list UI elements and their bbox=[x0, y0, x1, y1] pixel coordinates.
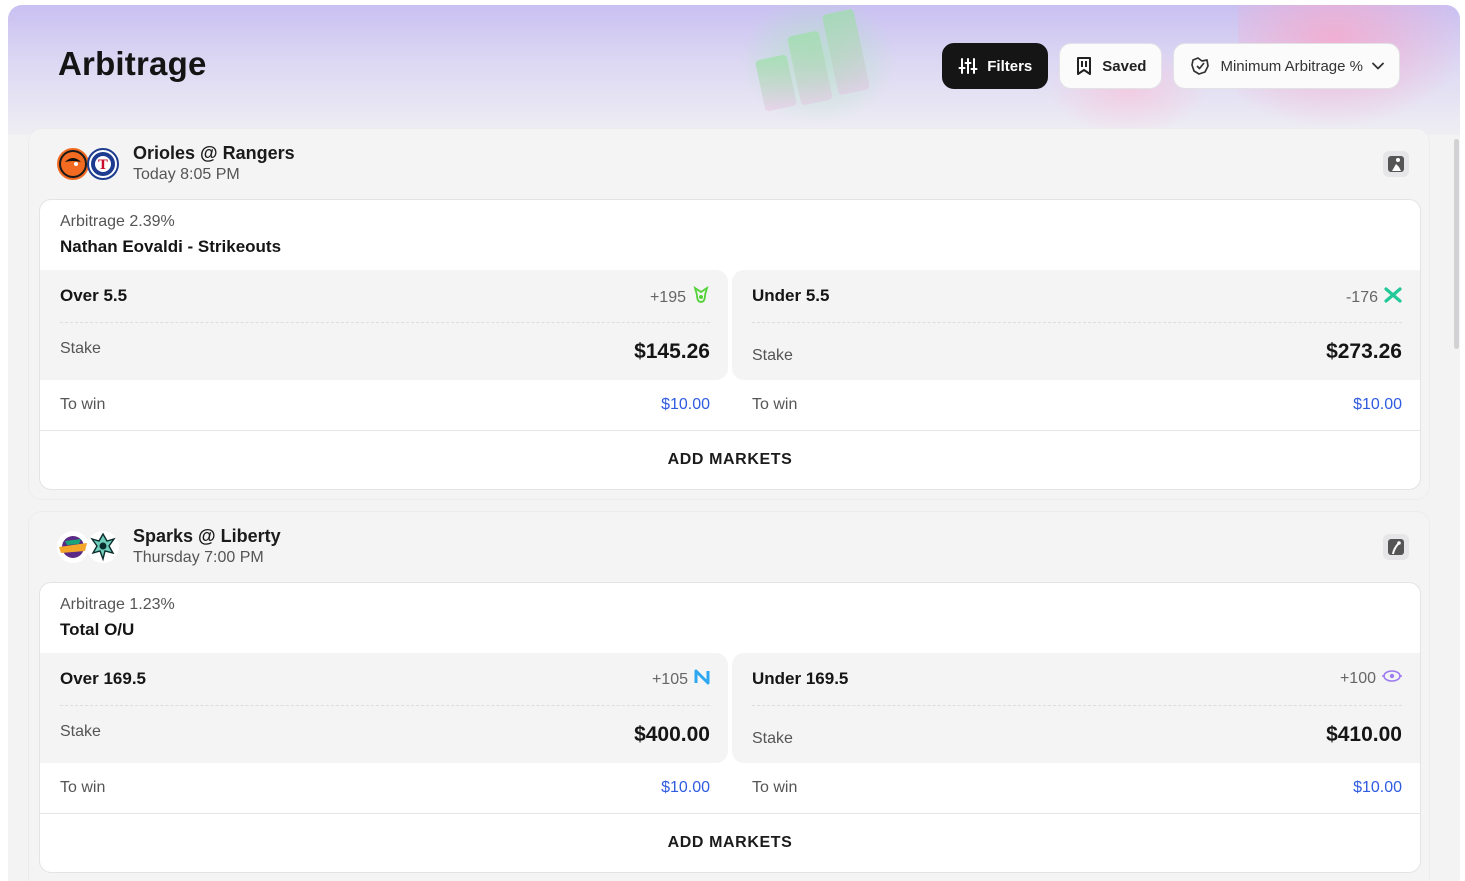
market-header: Arbitrage 2.39% Nathan Eovaldi - Strikeo… bbox=[40, 200, 1420, 270]
stake-value: $145.26 bbox=[634, 340, 710, 363]
sliders-icon bbox=[958, 57, 978, 75]
chevron-down-icon bbox=[1372, 62, 1384, 70]
sparks-logo bbox=[57, 531, 89, 563]
page-header: Arbitrage Filters Saved Minimum Arbitrag… bbox=[8, 5, 1460, 135]
side-label: Over 169.5 bbox=[60, 669, 147, 688]
bet-side-over[interactable]: Over 169.5 +105 Stake $400.00 bbox=[40, 653, 728, 763]
odds-value: +195 bbox=[649, 288, 686, 306]
scrollbar[interactable] bbox=[1454, 139, 1459, 349]
stake-label: Stake bbox=[752, 730, 793, 747]
to-win-cell: To win $10.00 bbox=[732, 380, 1420, 430]
toolbar: Filters Saved Minimum Arbitrage % bbox=[942, 43, 1400, 89]
event-card: T Orioles @ Rangers Today 8:05 PM Arbitr… bbox=[28, 128, 1430, 500]
event-time: Today 8:05 PM bbox=[133, 166, 240, 183]
event-teams: Orioles @ Rangers bbox=[133, 143, 295, 163]
dashed-divider bbox=[752, 322, 1402, 323]
fanatics-icon bbox=[1384, 286, 1402, 309]
stake-value: $400.00 bbox=[634, 723, 710, 746]
svg-text:T: T bbox=[98, 158, 108, 173]
to-win-value[interactable]: $10.00 bbox=[1353, 779, 1402, 797]
dashed-divider bbox=[60, 705, 710, 706]
event-card: Sparks @ Liberty Thursday 7:00 PM Arbitr… bbox=[28, 511, 1430, 881]
odds-value: +105 bbox=[651, 670, 688, 688]
orioles-logo bbox=[57, 148, 89, 180]
odds: -176 bbox=[1346, 286, 1402, 309]
liberty-logo bbox=[87, 531, 119, 563]
to-win-value[interactable]: $10.00 bbox=[1353, 396, 1402, 414]
draftkings-icon bbox=[692, 285, 710, 309]
arbitrage-percent: Arbitrage 1.23% bbox=[60, 596, 175, 613]
bet-side-over[interactable]: Over 5.5 +195 Stake $145.26 bbox=[40, 270, 728, 380]
minimum-arbitrage-label: Minimum Arbitrage % bbox=[1220, 57, 1363, 75]
event-header[interactable]: T Orioles @ Rangers Today 8:05 PM bbox=[29, 129, 1429, 199]
market-card: Arbitrage 2.39% Nathan Eovaldi - Strikeo… bbox=[39, 199, 1421, 490]
dashed-divider bbox=[60, 322, 710, 323]
market-card: Arbitrage 1.23% Total O/U Over 169.5 +10… bbox=[39, 582, 1421, 873]
dashed-divider bbox=[752, 705, 1402, 706]
add-markets-button[interactable]: ADD MARKETS bbox=[40, 431, 1420, 489]
to-win-row: To win $10.00 To win $10.00 bbox=[40, 380, 1420, 431]
stake-label: Stake bbox=[60, 723, 101, 740]
to-win-cell: To win $10.00 bbox=[40, 380, 728, 430]
to-win-label: To win bbox=[60, 396, 106, 413]
mlb-icon[interactable] bbox=[1383, 151, 1409, 177]
saved-button[interactable]: Saved bbox=[1059, 43, 1163, 89]
to-win-cell: To win $10.00 bbox=[732, 763, 1420, 813]
side-label: Under 5.5 bbox=[752, 286, 830, 305]
event-time: Thursday 7:00 PM bbox=[133, 549, 264, 566]
side-label: Over 5.5 bbox=[60, 286, 128, 305]
badge-check-icon bbox=[1189, 56, 1211, 76]
bet-side-under[interactable]: Under 169.5 +100 Stake $410.00 bbox=[732, 653, 1420, 763]
novig-icon bbox=[694, 669, 710, 690]
minimum-arbitrage-dropdown[interactable]: Minimum Arbitrage % bbox=[1173, 43, 1400, 89]
to-win-row: To win $10.00 To win $10.00 bbox=[40, 763, 1420, 814]
odds-value: -176 bbox=[1345, 288, 1378, 306]
market-sides: Over 169.5 +105 Stake $400.00 Under 169.… bbox=[40, 653, 1420, 763]
to-win-label: To win bbox=[752, 396, 798, 413]
odds: +105 bbox=[652, 669, 710, 690]
saved-label: Saved bbox=[1102, 57, 1147, 75]
page-title: Arbitrage bbox=[58, 45, 207, 82]
wnba-icon[interactable] bbox=[1383, 534, 1409, 560]
team-logos bbox=[57, 531, 121, 565]
market-sides: Over 5.5 +195 Stake $145.26 Under 5.5 -1… bbox=[40, 270, 1420, 380]
arbitrage-percent: Arbitrage 2.39% bbox=[60, 213, 175, 230]
stake-value: $410.00 bbox=[1326, 723, 1402, 746]
market-name: Total O/U bbox=[60, 620, 135, 639]
app-window: Arbitrage Filters Saved Minimum Arbitrag… bbox=[8, 5, 1460, 881]
odds-value: +100 bbox=[1339, 669, 1376, 687]
market-header: Arbitrage 1.23% Total O/U bbox=[40, 583, 1420, 653]
bookmark-icon bbox=[1075, 56, 1093, 76]
rangers-logo: T bbox=[87, 148, 119, 180]
odds: +195 bbox=[649, 285, 710, 309]
team-logos: T bbox=[57, 148, 121, 182]
filters-label: Filters bbox=[987, 57, 1033, 75]
stake-label: Stake bbox=[60, 340, 101, 357]
stake-value: $273.26 bbox=[1326, 340, 1402, 363]
bet-side-under[interactable]: Under 5.5 -176 Stake $273.26 bbox=[732, 270, 1420, 380]
to-win-label: To win bbox=[752, 779, 798, 796]
to-win-value[interactable]: $10.00 bbox=[661, 396, 710, 414]
add-markets-button[interactable]: ADD MARKETS bbox=[40, 814, 1420, 872]
to-win-cell: To win $10.00 bbox=[40, 763, 728, 813]
to-win-label: To win bbox=[60, 779, 106, 796]
prophetx-icon bbox=[1382, 669, 1402, 688]
side-label: Under 169.5 bbox=[752, 669, 849, 688]
stake-label: Stake bbox=[752, 347, 793, 364]
market-name: Nathan Eovaldi - Strikeouts bbox=[60, 237, 282, 256]
event-teams: Sparks @ Liberty bbox=[133, 526, 281, 546]
event-header[interactable]: Sparks @ Liberty Thursday 7:00 PM bbox=[29, 512, 1429, 582]
odds: +100 bbox=[1340, 669, 1402, 688]
to-win-value[interactable]: $10.00 bbox=[661, 779, 710, 797]
filters-button[interactable]: Filters bbox=[942, 43, 1049, 89]
